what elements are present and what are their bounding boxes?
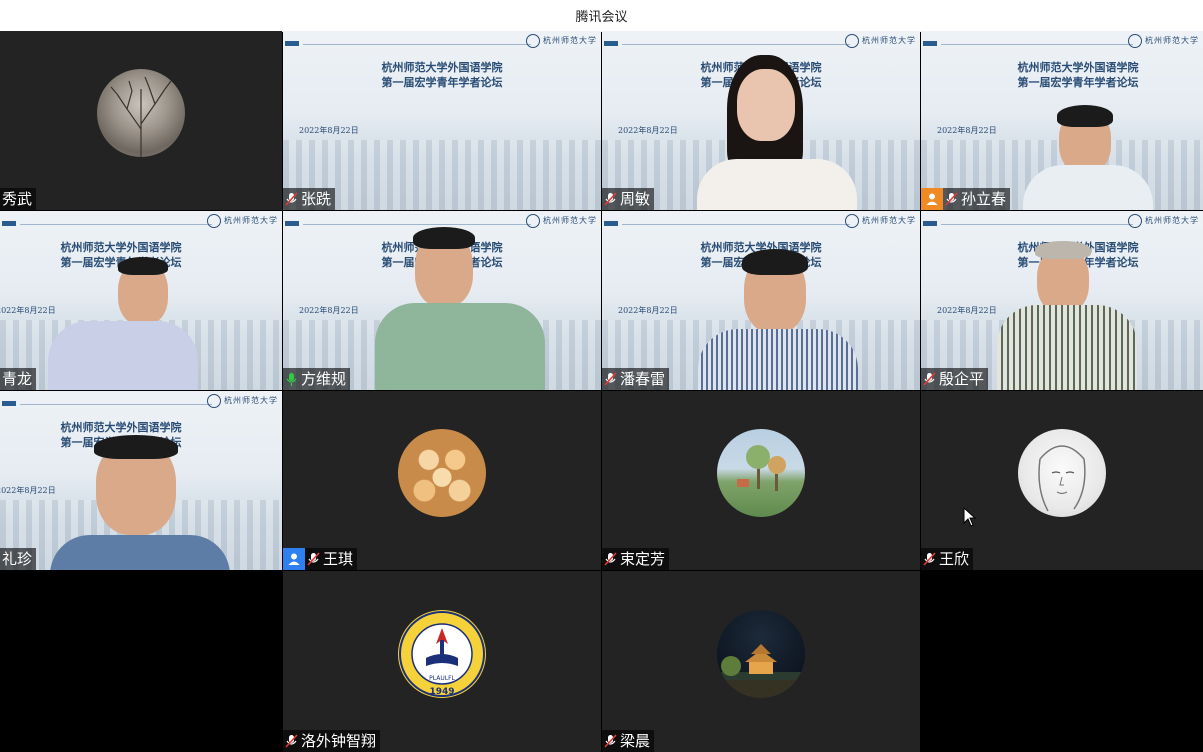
video-grid: 秀武 杭州师范大学 杭州师范大学外国语学院 第一届宏学青年学者论坛 2022年8… — [0, 31, 1203, 752]
participant-name-tag: 孙立春 — [921, 188, 1011, 210]
participant-tile[interactable]: 杭州师范大学 杭州师范大学外国语学院 第一届宏学青年学者论坛 2022年8月22… — [0, 211, 282, 390]
participant-name-tag: 王琪 — [283, 548, 358, 570]
participant-name-tag: 洛外钟智翔 — [283, 730, 381, 752]
participant-name: 青龙 — [0, 368, 37, 390]
mic-muted-icon — [602, 730, 618, 752]
mic-muted-icon — [305, 548, 321, 570]
cohost-badge-icon — [283, 548, 305, 570]
host-badge-icon — [921, 188, 943, 210]
slide-date: 2022年8月22日 — [618, 306, 678, 315]
slide-title-line1: 杭州师范大学外国语学院 — [60, 421, 182, 434]
participant-name: 殷企平 — [937, 368, 989, 390]
slide-title-line2: 第一届宏学青年学者论坛 — [381, 76, 503, 89]
slide-date: 2022年8月22日 — [937, 126, 997, 135]
participant-name-tag: 王欣 — [921, 548, 974, 570]
slide-date: 2022年8月22日 — [299, 306, 359, 315]
university-logo: 杭州师范大学 — [1128, 214, 1199, 228]
participant-name-tag: 殷企平 — [921, 368, 989, 390]
mic-muted-icon — [602, 188, 618, 210]
participant-name: 礼珍 — [0, 548, 37, 570]
participant-tile[interactable]: 杭州师范大学 杭州师范大学外国语学院 第一届宏学青年学者论坛 2022年8月22… — [283, 31, 601, 210]
mic-muted-icon — [602, 368, 618, 390]
participant-name: 周敏 — [618, 188, 655, 210]
mouse-cursor-icon — [963, 507, 977, 527]
participant-name: 王琪 — [321, 548, 358, 570]
participant-tile-active-speaker[interactable]: 杭州师范大学 杭州师范大学外国语学院 第一届宏学青年学者论坛 2022年8月22… — [283, 211, 601, 390]
participant-tile[interactable]: 杭州师范大学 杭州师范大学外国语学院 第一届宏学青年学者论坛 2022年8月22… — [0, 391, 282, 570]
emblem-year: 1949 — [429, 687, 454, 697]
participant-name: 洛外钟智翔 — [299, 730, 381, 752]
shared-slide-background: 杭州师范大学 杭州师范大学外国语学院 第一届宏学青年学者论坛 2022年8月22… — [283, 31, 601, 210]
participant-name-tag: 梁晨 — [602, 730, 655, 752]
mic-speaking-icon — [283, 368, 299, 390]
participant-tile[interactable]: 束定芳 — [602, 391, 920, 570]
university-logo: 杭州师范大学 — [526, 34, 597, 48]
participant-video — [50, 435, 230, 570]
mic-muted-icon — [943, 188, 959, 210]
mic-muted-icon — [283, 188, 299, 210]
slide-title-line1: 杭州师范大学外国语学院 — [60, 241, 182, 254]
participant-name-tag: 礼珍 — [0, 548, 37, 570]
participant-name-tag: 秀武 — [0, 188, 37, 210]
university-logo: 杭州师范大学 — [207, 394, 278, 408]
tree-avatar-icon — [97, 68, 185, 157]
window-title: 腾讯会议 — [575, 10, 628, 25]
participant-video — [997, 241, 1137, 390]
participant-name: 王欣 — [937, 548, 974, 570]
slide-date: 2022年8月22日 — [0, 486, 56, 495]
mic-muted-icon — [283, 730, 299, 752]
empty-tile — [921, 571, 1203, 752]
mic-muted-icon — [921, 368, 937, 390]
participant-tile[interactable]: 杭州师范大学 杭州师范大学外国语学院 第一届宏学青年学者论坛 2022年8月22… — [921, 31, 1203, 210]
mic-muted-icon — [921, 548, 937, 570]
participant-name-tag: 青龙 — [0, 368, 37, 390]
mic-muted-icon — [602, 548, 618, 570]
participant-tile[interactable]: 梁晨 — [602, 571, 920, 752]
participant-name-tag: 潘春雷 — [602, 368, 670, 390]
university-logo: 杭州师范大学 — [526, 214, 597, 228]
participant-name: 潘春雷 — [618, 368, 670, 390]
slide-date: 2022年8月22日 — [299, 126, 359, 135]
participant-tile[interactable]: 杭州师范大学 杭州师范大学外国语学院 第一届宏学青年学者论坛 2022年8月22… — [602, 211, 920, 390]
participant-video — [698, 249, 858, 390]
pavilion-night-avatar-icon — [717, 609, 805, 698]
participant-video — [48, 257, 198, 390]
participant-name-tag: 周敏 — [602, 188, 655, 210]
university-logo: 杭州师范大学 — [1128, 34, 1199, 48]
participant-name: 秀武 — [0, 188, 37, 210]
participant-name-tag: 束定芳 — [602, 548, 670, 570]
participant-name: 孙立春 — [959, 188, 1011, 210]
university-emblem-icon: PLAULFL 1949 — [398, 609, 486, 698]
roses-avatar-icon — [398, 428, 486, 517]
slide-title-line2: 第一届宏学青年学者论坛 — [1017, 76, 1139, 89]
slide-title-line1: 杭州师范大学外国语学院 — [381, 61, 503, 74]
participant-video — [697, 55, 857, 210]
university-logo: 杭州师范大学 — [207, 214, 278, 228]
participant-video — [1023, 105, 1153, 210]
participant-name: 束定芳 — [618, 548, 670, 570]
participant-name-tag: 方维规 — [283, 368, 351, 390]
participant-tile[interactable]: 杭州师范大学 杭州师范大学外国语学院 第一届宏学青年学者论坛 2022年8月22… — [921, 211, 1203, 390]
participant-video — [375, 227, 545, 390]
participant-name: 梁晨 — [618, 730, 655, 752]
participant-tile[interactable]: 秀武 — [0, 31, 282, 210]
participant-tile[interactable]: 杭州师范大学 杭州师范大学外国语学院 第一届宏学青年学者论坛 2022年8月22… — [602, 31, 920, 210]
emblem-text: PLAULFL — [429, 675, 455, 682]
slide-date: 2022年8月22日 — [618, 126, 678, 135]
participant-tile[interactable]: PLAULFL 1949 洛外钟智翔 — [283, 571, 601, 752]
empty-tile — [0, 571, 282, 752]
window-title-bar: 腾讯会议 — [0, 0, 1203, 32]
participant-name: 张跣 — [299, 188, 336, 210]
slide-date: 2022年8月22日 — [937, 306, 997, 315]
participant-tile[interactable]: 王琪 — [283, 391, 601, 570]
painting-avatar-icon — [717, 428, 805, 517]
sketch-face-avatar-icon — [1018, 428, 1106, 517]
university-logo: 杭州师范大学 — [845, 34, 916, 48]
participant-name: 方维规 — [299, 368, 351, 390]
slide-title-line1: 杭州师范大学外国语学院 — [1017, 61, 1139, 74]
participant-tile[interactable]: 王欣 — [921, 391, 1203, 570]
participant-name-tag: 张跣 — [283, 188, 336, 210]
university-logo: 杭州师范大学 — [845, 214, 916, 228]
